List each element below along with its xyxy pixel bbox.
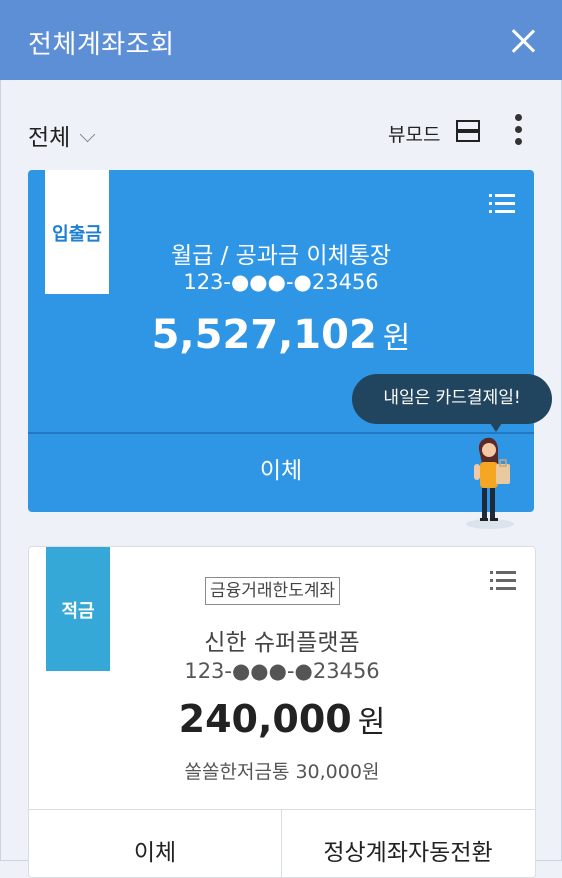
page-title: 전체계좌조회: [28, 30, 175, 60]
header-bar: 전체계좌조회: [0, 0, 562, 80]
more-vertical-icon[interactable]: [512, 114, 526, 146]
account-menu-icon[interactable]: [489, 194, 515, 214]
savings-sub-info: 쏠쏠한저금통 30,000원: [184, 761, 380, 783]
account-name: 신한 슈퍼플랫폼: [204, 630, 360, 656]
account-number: 123-●●●-●23456: [184, 659, 380, 683]
bubble-tail: [488, 420, 504, 432]
balance-unit: 원: [382, 321, 411, 356]
card-divider: [29, 809, 535, 810]
account-card-savings[interactable]: 적금 금융거래한도계좌 신한 슈퍼플랫폼 123-●●●-●23456 240,…: [28, 546, 536, 878]
promo-speech-bubble[interactable]: 내일은 카드결제일!: [352, 374, 552, 424]
balance-amount: 5,527,102: [151, 312, 377, 358]
shopping-woman-illustration: [466, 437, 514, 529]
limit-account-badge: 금융거래한도계좌: [205, 577, 341, 605]
transfer-button[interactable]: 이체: [28, 434, 534, 512]
close-icon[interactable]: [510, 28, 536, 54]
account-card-checking[interactable]: 입출금 월급 / 공과금 이체통장 123-●●●-●23456 5,527,1…: [28, 170, 534, 512]
filter-label: 전체: [28, 125, 71, 151]
account-balance: 5,527,102 원: [28, 312, 534, 358]
balance-amount: 240,000: [178, 697, 352, 741]
transfer-button[interactable]: 이체: [29, 833, 281, 867]
list-view-icon[interactable]: [456, 120, 480, 142]
account-number: 123-●●●-●23456: [183, 270, 379, 294]
view-mode-label[interactable]: 뷰모드: [388, 120, 440, 147]
account-balance: 240,000 원: [29, 697, 535, 741]
auto-convert-button[interactable]: 정상계좌자동전환: [282, 833, 534, 867]
account-name: 월급 / 공과금 이체통장: [170, 243, 392, 269]
account-menu-icon[interactable]: [490, 571, 516, 591]
chevron-down-icon: [80, 126, 96, 143]
balance-unit: 원: [357, 705, 386, 740]
account-filter-dropdown[interactable]: 전체: [28, 118, 96, 152]
